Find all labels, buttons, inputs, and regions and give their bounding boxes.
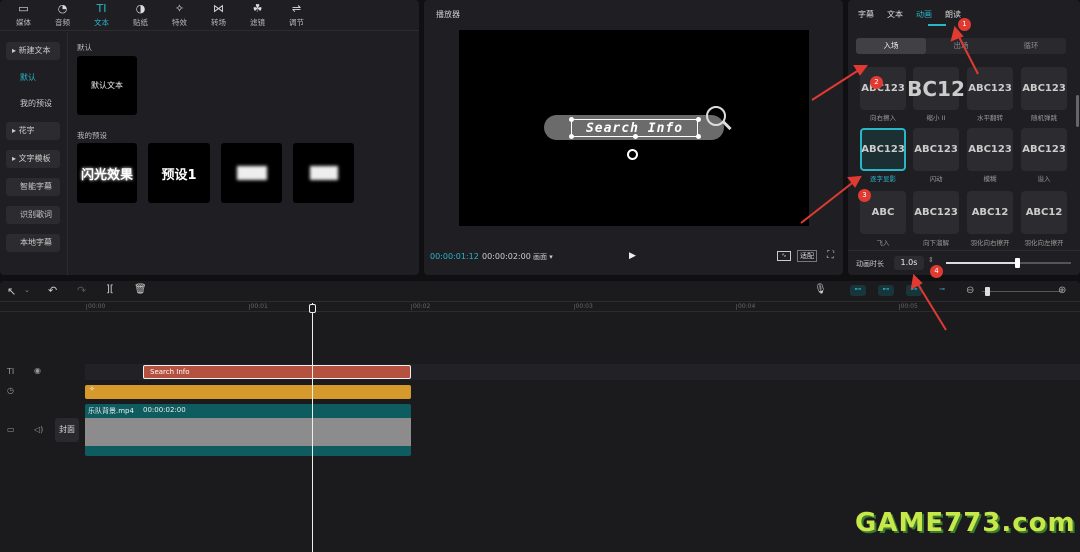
annotation-overlay [800, 25, 979, 331]
arrowhead-icon [853, 65, 868, 76]
marker-1: 1 [958, 18, 971, 31]
marker-3: 3 [858, 189, 871, 202]
watermark-logo: GAME773.com [855, 508, 1076, 538]
arrow-4 [915, 280, 947, 331]
arrow-2 [811, 67, 863, 101]
arrow-1 [956, 32, 979, 75]
marker-4: 4 [930, 265, 943, 278]
marker-2: 2 [870, 76, 883, 89]
arrow-3 [800, 179, 857, 224]
